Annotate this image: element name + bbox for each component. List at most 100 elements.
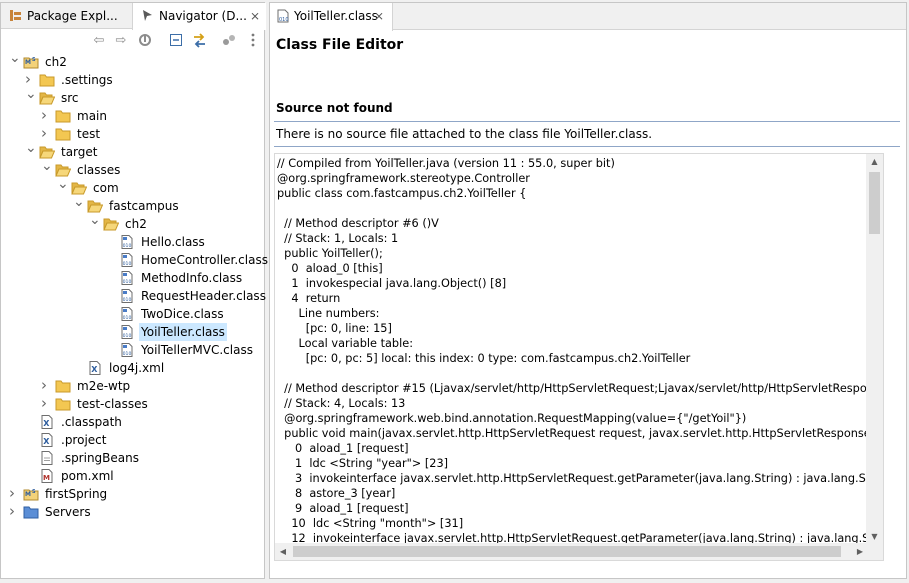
tree-item-label: firstSpring xyxy=(45,487,108,501)
divider xyxy=(274,121,900,122)
tab-navigator[interactable]: Navigator (D... ⨯ xyxy=(132,3,266,30)
editor-tab-bar: 010 YoilTeller.class ⨯ xyxy=(270,3,906,31)
svg-text:010: 010 xyxy=(123,333,132,339)
folder-open-icon xyxy=(39,91,56,105)
tree-item-label: RequestHeader.class xyxy=(141,289,266,303)
tab-yoilteller-class[interactable]: 010 YoilTeller.class ⨯ xyxy=(270,3,393,31)
folder-open-icon xyxy=(103,217,120,231)
tab-package-explorer[interactable]: Package Expl... xyxy=(1,3,131,29)
tree-item-label: HomeController.class xyxy=(141,253,268,267)
svg-text:S: S xyxy=(32,489,36,495)
tab-label: Navigator (D... xyxy=(159,9,247,23)
folder-icon xyxy=(55,109,71,123)
navigator-icon xyxy=(143,10,152,21)
class-file-icon: 010 xyxy=(119,289,135,303)
collapse-chevron-icon[interactable]: › xyxy=(9,484,21,502)
class-file-icon: 010 xyxy=(119,235,135,249)
xml-file-icon: X xyxy=(87,361,103,375)
expand-chevron-icon[interactable]: ⌄ xyxy=(25,85,37,103)
bytecode-text: // Compiled from YoilTeller.java (versio… xyxy=(277,157,884,560)
expand-chevron-icon[interactable]: ⌄ xyxy=(25,139,37,157)
svg-text:010: 010 xyxy=(123,279,132,285)
tree-item-label: fastcampus xyxy=(109,199,179,213)
tree-item-label: pom.xml xyxy=(61,469,114,483)
tree-item-label: MethodInfo.class xyxy=(141,271,243,285)
svg-text:M: M xyxy=(25,59,31,66)
svg-text:M: M xyxy=(25,491,31,498)
tree-item-label: YoilTellerMVC.class xyxy=(141,343,253,357)
collapse-chevron-icon[interactable]: › xyxy=(41,106,53,124)
tree-item-label: test-classes xyxy=(77,397,148,411)
svg-text:S: S xyxy=(32,57,36,63)
class-file-icon: 010 xyxy=(119,253,135,267)
svg-text:X: X xyxy=(43,419,50,428)
scroll-up-icon[interactable]: ▲ xyxy=(866,154,883,170)
svg-text:010: 010 xyxy=(123,243,132,249)
vertical-scrollbar[interactable]: ▲ ▼ xyxy=(866,154,883,545)
view-toolbar: ⇦ ⇨ xyxy=(1,29,264,53)
expand-chevron-icon[interactable]: ⌄ xyxy=(57,175,69,193)
source-message: There is no source file attached to the … xyxy=(276,127,653,141)
tab-label: Package Expl... xyxy=(27,9,118,23)
expand-chevron-icon[interactable]: ⌄ xyxy=(41,157,53,175)
project-icon: MS xyxy=(23,55,39,69)
tree-item-label: .settings xyxy=(61,73,113,87)
collapse-chevron-icon[interactable]: › xyxy=(41,394,53,412)
expand-chevron-icon[interactable]: ⌄ xyxy=(89,211,101,229)
link-editor-icon[interactable] xyxy=(191,33,207,49)
project-icon: MS xyxy=(23,487,39,501)
forward-icon[interactable]: ⇨ xyxy=(113,33,129,49)
class-file-icon: 010 xyxy=(277,9,289,23)
collapse-chevron-icon[interactable]: › xyxy=(41,124,53,142)
folder-icon xyxy=(55,127,71,141)
expand-chevron-icon[interactable]: ⌄ xyxy=(9,49,21,67)
xml-file-icon: X xyxy=(39,415,55,429)
tree-item-label: main xyxy=(77,109,107,123)
class-file-icon: 010 xyxy=(119,271,135,285)
svg-text:010: 010 xyxy=(279,17,289,23)
xml-file-icon: X xyxy=(39,433,55,447)
file-icon xyxy=(39,451,55,465)
close-icon[interactable]: ⨯ xyxy=(250,3,260,29)
class-file-icon: 010 xyxy=(119,343,135,357)
tree-item-label: test xyxy=(77,127,101,141)
view-menu-icon[interactable] xyxy=(245,33,261,49)
tree-item-label: src xyxy=(61,91,79,105)
tree-item-label: TwoDice.class xyxy=(141,307,224,321)
tree-item-label: m2e-wtp xyxy=(77,379,131,393)
tree-item-label: .project xyxy=(61,433,107,447)
tab-label: YoilTeller.class xyxy=(294,9,378,23)
horizontal-scrollbar[interactable]: ◀ ▶ xyxy=(275,543,868,560)
collapse-chevron-icon[interactable]: › xyxy=(41,376,53,394)
scroll-thumb[interactable] xyxy=(293,546,841,557)
scroll-left-icon[interactable]: ◀ xyxy=(275,543,291,560)
svg-text:010: 010 xyxy=(123,351,132,357)
view-tab-bar: Package Expl... Navigator (D... ⨯ xyxy=(1,3,266,30)
navigator-view: Package Expl... Navigator (D... ⨯ ⇦ ⇨ ⌄ M… xyxy=(0,2,268,579)
tree-item-label: Servers xyxy=(45,505,91,519)
tree-item-label: .classpath xyxy=(61,415,122,429)
close-icon[interactable]: ⨯ xyxy=(374,3,384,30)
svg-text:010: 010 xyxy=(123,315,132,321)
page-title: Class File Editor xyxy=(276,37,404,53)
folder-icon xyxy=(55,397,71,411)
collapse-all-icon[interactable] xyxy=(168,33,184,49)
expand-chevron-icon[interactable]: ⌄ xyxy=(73,193,85,211)
folder-icon xyxy=(55,379,71,393)
tree-item-label: .springBeans xyxy=(61,451,139,465)
tree-item-label: ch2 xyxy=(125,217,147,231)
up-icon[interactable] xyxy=(137,33,153,49)
back-icon[interactable]: ⇦ xyxy=(91,33,107,49)
svg-text:010: 010 xyxy=(123,297,132,303)
bytecode-text-area[interactable]: // Compiled from YoilTeller.java (versio… xyxy=(274,153,884,561)
class-file-editor: 010 YoilTeller.class ⨯ Class File Editor… xyxy=(269,2,907,579)
divider xyxy=(274,146,900,147)
svg-text:M: M xyxy=(43,474,50,482)
svg-text:X: X xyxy=(43,437,50,446)
tree-item-label: YoilTeller.class xyxy=(139,323,227,341)
scroll-thumb[interactable] xyxy=(869,172,880,234)
collapse-chevron-icon[interactable]: › xyxy=(9,502,21,520)
filter-icon[interactable] xyxy=(221,33,237,49)
class-file-icon: 010 xyxy=(119,325,135,339)
tree-item-label: log4j.xml xyxy=(109,361,165,375)
